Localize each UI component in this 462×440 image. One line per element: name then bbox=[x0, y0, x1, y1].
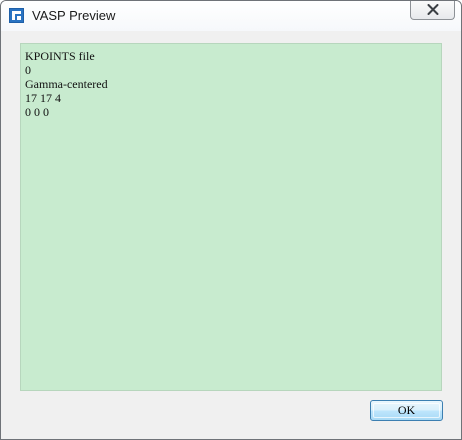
preview-line: 0 bbox=[25, 63, 31, 77]
ok-button[interactable]: OK bbox=[370, 400, 443, 421]
preview-text-area[interactable]: KPOINTS file 0 Gamma-centered 17 17 4 0 … bbox=[20, 43, 442, 391]
preview-line: KPOINTS file bbox=[25, 49, 95, 63]
close-icon bbox=[427, 4, 439, 15]
ok-button-label: OK bbox=[397, 403, 416, 417]
preview-line: 17 17 4 bbox=[25, 91, 61, 105]
window-title: VASP Preview bbox=[32, 8, 116, 23]
dialog-body: KPOINTS file 0 Gamma-centered 17 17 4 0 … bbox=[7, 31, 455, 433]
close-button[interactable] bbox=[410, 1, 455, 20]
title-bar[interactable]: VASP Preview bbox=[1, 1, 461, 31]
preview-line: 0 0 0 bbox=[25, 105, 49, 119]
dialog-window: VASP Preview KPOINTS file 0 Gamma-center… bbox=[0, 0, 462, 440]
preview-line: Gamma-centered bbox=[25, 77, 108, 91]
app-logo-icon bbox=[9, 8, 24, 23]
